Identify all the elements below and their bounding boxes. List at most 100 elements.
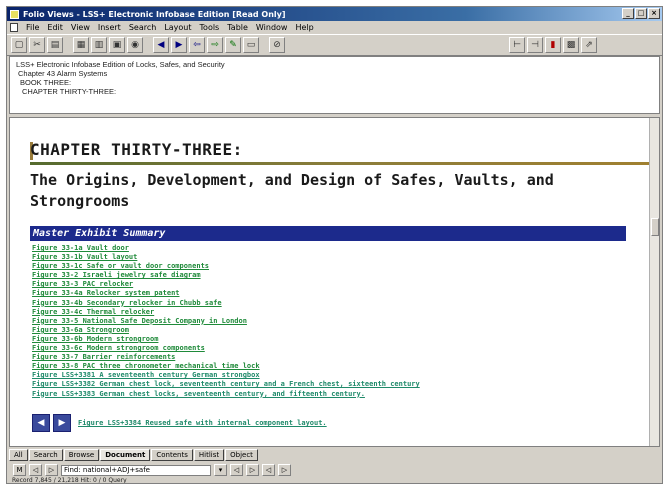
previous-exhibit-button[interactable]: ◀	[32, 414, 50, 432]
next-document-icon[interactable]: ⇨	[207, 37, 223, 53]
breadcrumb-item[interactable]: LSS+ Electronic Infobase Edition of Lock…	[16, 60, 653, 69]
list-item[interactable]: Figure LSS+3382 German chest lock, seven…	[32, 380, 632, 389]
binoculars-icon[interactable]: M	[13, 464, 26, 476]
grid-icon[interactable]: ▩	[563, 37, 579, 53]
menu-layout[interactable]: Layout	[164, 23, 191, 32]
next-exhibit-button[interactable]: ▶	[53, 414, 71, 432]
figure-link[interactable]: Figure 33-5 National Safe Deposit Compan…	[32, 317, 247, 325]
figure-link[interactable]: Figure LSS+3381 A seventeenth century Ge…	[32, 371, 260, 379]
menu-file[interactable]: File	[26, 23, 39, 32]
back-icon[interactable]: ◀	[153, 37, 169, 53]
menu-search[interactable]: Search	[129, 23, 156, 32]
breadcrumb-item[interactable]: CHAPTER THIRTY-THREE:	[16, 87, 653, 96]
figure-link[interactable]: Figure 33-4c Thermal relocker	[32, 308, 154, 316]
next-match-icon[interactable]: ▷	[278, 464, 291, 476]
previous-match-icon[interactable]: ◁	[262, 464, 275, 476]
list-item[interactable]: Figure 33-4b Secondary relocker in Chubb…	[32, 299, 632, 308]
list-item[interactable]: Figure 33-5 National Safe Deposit Compan…	[32, 317, 632, 326]
document-icon[interactable]	[10, 23, 18, 32]
maximize-button[interactable]: □	[635, 8, 647, 19]
table-icon[interactable]: ▣	[109, 37, 125, 53]
menu-view[interactable]: View	[71, 23, 90, 32]
figure-link[interactable]: Figure 33-1b Vault layout	[32, 253, 137, 261]
cut-icon[interactable]: ✂	[29, 37, 45, 53]
first-hit-icon[interactable]: ◁	[29, 464, 42, 476]
figure-link[interactable]: Figure LSS+3384 Reused safe with interna…	[78, 419, 327, 427]
figure-link[interactable]: Figure 33-7 Barrier reinforcements	[32, 353, 175, 361]
highlight-icon[interactable]: ✎	[225, 37, 241, 53]
query-icon[interactable]: ⊘	[269, 37, 285, 53]
list-item[interactable]: Figure LSS+3381 A seventeenth century Ge…	[32, 371, 632, 380]
list-item[interactable]: Figure 33-1c Safe or vault door componen…	[32, 262, 632, 271]
list-item[interactable]: Figure 33-4c Thermal relocker	[32, 308, 632, 317]
menu-tools[interactable]: Tools	[200, 23, 220, 32]
open-icon[interactable]: ▢	[11, 37, 27, 53]
menu-help[interactable]: Help	[295, 23, 313, 32]
tab-document[interactable]: Document	[100, 449, 151, 461]
next-record-icon[interactable]: ▷	[246, 464, 259, 476]
app-icon	[10, 9, 19, 19]
print-icon[interactable]: ▦	[73, 37, 89, 53]
breadcrumb-item[interactable]: BOOK THREE:	[16, 78, 653, 87]
figure-link[interactable]: Figure 33-6a Strongroom	[32, 326, 129, 334]
previous-document-icon[interactable]: ⇦	[189, 37, 205, 53]
tab-browse[interactable]: Browse	[63, 449, 100, 461]
figure-link[interactable]: Figure 33-6b Modern strongroom	[32, 335, 158, 343]
chapter-divider	[30, 162, 655, 165]
target-icon[interactable]: ◉	[127, 37, 143, 53]
figure-link[interactable]: Figure 33-4b Secondary relocker in Chubb…	[32, 299, 222, 307]
align-left-icon[interactable]: ⊢	[509, 37, 525, 53]
list-item[interactable]: Figure 33-1a Vault door	[32, 244, 632, 253]
figure-link[interactable]: Figure 33-3 PAC relocker	[32, 280, 133, 288]
list-item[interactable]: Figure 33-6c Modern strongroom component…	[32, 344, 632, 353]
list-item[interactable]: Figure 33-2 Israeli jewelry safe diagram	[32, 271, 632, 280]
close-button[interactable]: ×	[648, 8, 660, 19]
preview-icon[interactable]: ▥	[91, 37, 107, 53]
tab-object[interactable]: Object	[225, 449, 258, 461]
menu-bar: File Edit View Insert Search Layout Tool…	[7, 21, 662, 34]
list-item[interactable]: Figure 33-7 Barrier reinforcements	[32, 353, 632, 362]
vertical-scrollbar[interactable]	[649, 118, 659, 446]
list-item[interactable]: Figure 33-1b Vault layout	[32, 253, 632, 262]
align-right-icon[interactable]: ⊣	[527, 37, 543, 53]
minimize-button[interactable]: _	[622, 8, 634, 19]
list-item[interactable]: Figure 33-4a Relocker system patent	[32, 289, 632, 298]
app-window: Folio Views - LSS+ Electronic Infobase E…	[6, 6, 663, 484]
frame-icon[interactable]: ▭	[243, 37, 259, 53]
figure-link[interactable]: Figure LSS+3382 German chest lock, seven…	[32, 380, 420, 388]
list-item[interactable]: Figure 33-8 PAC three chronometer mechan…	[32, 362, 632, 371]
dropdown-icon[interactable]: ▾	[214, 464, 227, 476]
search-query-field[interactable]: Find: national+ADJ+safe	[61, 464, 211, 476]
search-bar: M ◁ ▷ Find: national+ADJ+safe ▾ ◁ ▷ ◁ ▷	[9, 463, 660, 477]
scrollbar-thumb[interactable]	[651, 218, 659, 236]
previous-record-icon[interactable]: ◁	[230, 464, 243, 476]
forward-icon[interactable]: ▶	[171, 37, 187, 53]
tab-search[interactable]: Search	[28, 449, 63, 461]
menu-table[interactable]: Table	[227, 23, 248, 32]
menu-edit[interactable]: Edit	[47, 23, 63, 32]
figure-link[interactable]: Figure 33-1c Safe or vault door componen…	[32, 262, 209, 270]
figure-link[interactable]: Figure 33-6c Modern strongroom component…	[32, 344, 205, 352]
title-bar[interactable]: Folio Views - LSS+ Electronic Infobase E…	[7, 7, 662, 21]
breadcrumb-item[interactable]: Chapter 43 Alarm Systems	[16, 69, 653, 78]
tab-all[interactable]: All	[9, 449, 28, 461]
menu-insert[interactable]: Insert	[98, 23, 121, 32]
figure-link[interactable]: Figure 33-4a Relocker system patent	[32, 289, 180, 297]
figure-link[interactable]: Figure LSS+3383 German chest locks, seve…	[32, 390, 365, 398]
export-icon[interactable]: ⇗	[581, 37, 597, 53]
figure-link[interactable]: Figure 33-8 PAC three chronometer mechan…	[32, 362, 260, 370]
figure-link[interactable]: Figure 33-2 Israeli jewelry safe diagram	[32, 271, 201, 279]
tab-hitlist[interactable]: Hitlist	[193, 449, 225, 461]
breadcrumb: LSS+ Electronic Infobase Edition of Lock…	[9, 56, 660, 114]
list-item[interactable]: Figure LSS+3383 German chest locks, seve…	[32, 390, 632, 399]
next-hit-icon[interactable]: ▷	[45, 464, 58, 476]
figure-link-list: Figure 33-1a Vault door Figure 33-1b Vau…	[32, 244, 632, 399]
list-item[interactable]: Figure 33-6b Modern strongroom	[32, 335, 632, 344]
list-item[interactable]: Figure 33-6a Strongroom	[32, 326, 632, 335]
menu-window[interactable]: Window	[256, 23, 288, 32]
list-item[interactable]: Figure 33-3 PAC relocker	[32, 280, 632, 289]
figure-link[interactable]: Figure 33-1a Vault door	[32, 244, 129, 252]
bookmark-icon[interactable]: ▮	[545, 37, 561, 53]
tab-contents[interactable]: Contents	[151, 449, 193, 461]
copy-icon[interactable]: ▤	[47, 37, 63, 53]
